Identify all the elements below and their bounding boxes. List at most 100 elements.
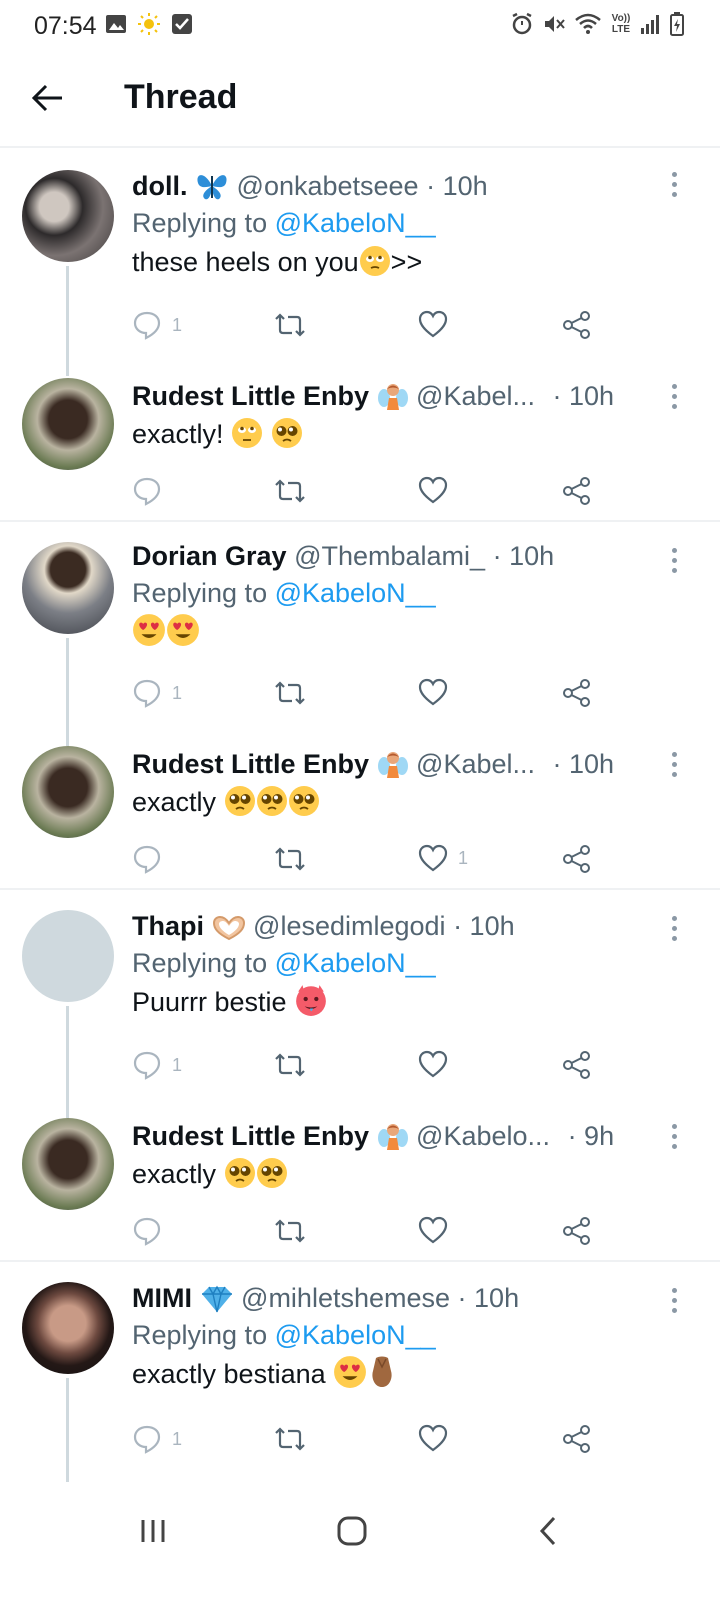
- reply-count: 1: [172, 1054, 183, 1075]
- like-icon[interactable]: [418, 1216, 448, 1244]
- gallery-icon: [106, 15, 126, 33]
- reply-icon[interactable]: [132, 476, 162, 506]
- avatar[interactable]: [22, 1118, 114, 1210]
- share-icon[interactable]: [562, 1216, 592, 1246]
- avatar[interactable]: [22, 746, 114, 838]
- reply-icon[interactable]: [132, 1050, 162, 1080]
- handle[interactable]: @onkabetseee: [237, 171, 419, 201]
- system-nav-bar: [0, 1490, 720, 1600]
- avatar[interactable]: [22, 542, 114, 634]
- more-options-icon[interactable]: [672, 548, 680, 578]
- display-name[interactable]: Rudest Little Enby: [132, 1121, 369, 1151]
- reply-icon[interactable]: [132, 1216, 162, 1246]
- heart-eyes-emoji: [334, 1356, 367, 1388]
- like-icon[interactable]: [418, 1424, 448, 1452]
- like-count: 1: [458, 847, 469, 868]
- home-icon[interactable]: [335, 1514, 369, 1548]
- replying-prefix: Replying to: [132, 578, 268, 608]
- pleading-emoji: [224, 786, 255, 816]
- app-bar: Thread: [0, 52, 720, 148]
- handle[interactable]: @Kabelo...: [416, 1121, 550, 1151]
- retweet-icon[interactable]: [274, 476, 306, 506]
- more-options-icon[interactable]: [672, 752, 680, 782]
- share-icon[interactable]: [562, 844, 592, 874]
- fairy-emoji: [377, 752, 408, 778]
- back-arrow-icon[interactable]: [30, 80, 66, 116]
- share-icon[interactable]: [562, 678, 592, 708]
- roll-eyes-emoji: [232, 418, 263, 448]
- wifi-icon: [575, 13, 601, 34]
- share-icon[interactable]: [562, 310, 592, 340]
- reply-count: 1: [172, 682, 183, 703]
- like-icon[interactable]: [418, 476, 448, 504]
- more-options-icon[interactable]: [672, 1124, 680, 1154]
- mention-link[interactable]: @KabeloN__: [275, 578, 436, 608]
- avatar[interactable]: [22, 170, 114, 262]
- tweet-header: Thapi @lesedimlegodi · 10h: [132, 908, 680, 944]
- retweet-icon[interactable]: [274, 1216, 306, 1246]
- like-icon[interactable]: [418, 844, 448, 872]
- tweet[interactable]: doll. @onkabetseee · 10h Replying to @Ka…: [0, 148, 720, 376]
- tweet[interactable]: MIMI @mihletshemese · 10h Replying to @K…: [0, 1262, 720, 1482]
- page-title: Thread: [124, 78, 238, 116]
- like-icon[interactable]: [418, 310, 448, 338]
- mention-link[interactable]: @KabeloN__: [275, 1320, 436, 1350]
- handle[interactable]: @Kabel...: [416, 381, 535, 411]
- handle[interactable]: @lesedimlegodi: [253, 911, 446, 941]
- display-name[interactable]: Thapi: [132, 911, 204, 941]
- retweet-icon[interactable]: [274, 310, 306, 340]
- tweet-text: exactly: [132, 782, 680, 822]
- tweet-text-content: Puurrr bestie: [132, 987, 287, 1017]
- display-name[interactable]: Rudest Little Enby: [132, 381, 369, 411]
- recents-icon[interactable]: [138, 1516, 168, 1546]
- retweet-icon[interactable]: [274, 1050, 306, 1080]
- reply-icon[interactable]: [132, 310, 162, 340]
- tweet-header: Dorian Gray @Thembalami_ · 10h: [132, 538, 680, 574]
- display-name[interactable]: Rudest Little Enby: [132, 749, 369, 779]
- display-name[interactable]: MIMI: [132, 1283, 192, 1313]
- reply-icon[interactable]: [132, 844, 162, 874]
- retweet-icon[interactable]: [274, 844, 306, 874]
- mention-link[interactable]: @KabeloN__: [275, 208, 436, 238]
- mention-link[interactable]: @KabeloN__: [275, 948, 436, 978]
- checkbox-icon: [172, 14, 192, 34]
- more-options-icon[interactable]: [672, 916, 680, 946]
- heart-eyes-emoji: [167, 614, 199, 646]
- tweet[interactable]: Thapi @lesedimlegodi · 10h Replying to @…: [0, 890, 720, 1118]
- reply-icon[interactable]: [132, 678, 162, 708]
- more-options-icon[interactable]: [672, 1288, 680, 1318]
- tweet-text-content: exactly: [132, 787, 217, 817]
- retweet-icon[interactable]: [274, 678, 306, 708]
- like-icon[interactable]: [418, 1050, 448, 1078]
- avatar[interactable]: [22, 1282, 114, 1374]
- pinched-fingers-emoji: [372, 1356, 392, 1387]
- share-icon[interactable]: [562, 1424, 592, 1454]
- handle[interactable]: @Thembalami_: [294, 541, 485, 571]
- back-icon[interactable]: [536, 1514, 560, 1548]
- tweet[interactable]: Rudest Little Enby @Kabelo... · 9h exact…: [0, 1100, 720, 1260]
- avatar[interactable]: [22, 378, 114, 470]
- tweet-text-content: exactly bestiana: [132, 1359, 326, 1389]
- tweet-text: exactly: [132, 1154, 680, 1194]
- share-icon[interactable]: [562, 1050, 592, 1080]
- tweet[interactable]: Rudest Little Enby @Kabel... · 10h exact…: [0, 728, 720, 888]
- tweet[interactable]: Rudest Little Enby @Kabel... · 10h exact…: [0, 360, 720, 520]
- share-icon[interactable]: [562, 476, 592, 506]
- diamond-emoji: [201, 1285, 232, 1313]
- handle[interactable]: @Kabel...: [416, 749, 535, 779]
- more-options-icon[interactable]: [672, 172, 680, 202]
- replying-prefix: Replying to: [132, 208, 268, 238]
- alarm-icon: [512, 12, 532, 35]
- tweet[interactable]: Dorian Gray @Thembalami_ · 10h Replying …: [0, 522, 720, 746]
- volte-icon: Vo)) LTE: [611, 13, 631, 35]
- retweet-icon[interactable]: [274, 1424, 306, 1454]
- display-name[interactable]: doll.: [132, 171, 188, 201]
- more-options-icon[interactable]: [672, 384, 680, 414]
- reply-icon[interactable]: [132, 1424, 162, 1454]
- fairy-emoji: [377, 1124, 408, 1150]
- handle[interactable]: @mihletshemese: [241, 1283, 450, 1313]
- like-icon[interactable]: [418, 678, 448, 706]
- display-name[interactable]: Dorian Gray: [132, 541, 287, 571]
- tweet-text-content: exactly: [132, 1159, 217, 1189]
- avatar[interactable]: [22, 910, 114, 1002]
